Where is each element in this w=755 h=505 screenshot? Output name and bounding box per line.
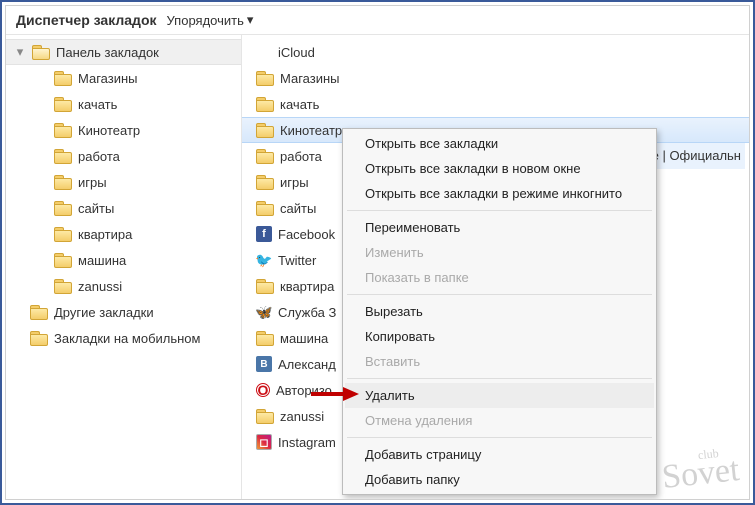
folder-icon bbox=[256, 409, 274, 423]
apple-icon bbox=[256, 44, 272, 60]
tree-mobile-bookmarks[interactable]: Закладки на мобильном bbox=[6, 325, 241, 351]
folder-icon bbox=[54, 71, 72, 85]
separator bbox=[347, 210, 652, 211]
list-label: Александ bbox=[278, 357, 336, 372]
tree-item[interactable]: игры bbox=[6, 169, 241, 195]
folder-icon bbox=[30, 331, 48, 345]
folder-icon bbox=[54, 279, 72, 293]
ctx-show-in-folder: Показать в папке bbox=[345, 265, 654, 290]
tree-item[interactable]: машина bbox=[6, 247, 241, 273]
list-item[interactable]: iCloud bbox=[242, 39, 749, 65]
tree-item[interactable]: работа bbox=[6, 143, 241, 169]
twitter-icon: 🐦 bbox=[256, 252, 272, 268]
folder-icon bbox=[54, 175, 72, 189]
tree-item[interactable]: Магазины bbox=[6, 65, 241, 91]
folder-icon bbox=[256, 149, 274, 163]
list-label: машина bbox=[280, 331, 328, 346]
folder-icon bbox=[256, 123, 274, 137]
chevron-down-icon: ▾ bbox=[247, 12, 254, 28]
tree-item[interactable]: квартира bbox=[6, 221, 241, 247]
list-item[interactable]: Магазины bbox=[242, 65, 749, 91]
arrow-right-icon bbox=[309, 385, 359, 403]
tree-label: Магазины bbox=[78, 71, 138, 86]
separator bbox=[347, 437, 652, 438]
ctx-open-all-new-window[interactable]: Открыть все закладки в новом окне bbox=[345, 156, 654, 181]
list-label: Instagram bbox=[278, 435, 336, 450]
sort-menu-label: Упорядочить bbox=[167, 13, 244, 28]
folder-icon bbox=[54, 149, 72, 163]
ctx-copy[interactable]: Копировать bbox=[345, 324, 654, 349]
folder-icon bbox=[256, 71, 274, 85]
list-label: Кинотеатр bbox=[280, 123, 342, 138]
folder-icon bbox=[54, 227, 72, 241]
folder-icon bbox=[54, 253, 72, 267]
instagram-icon: ◻ bbox=[256, 434, 272, 450]
list-label: Служба З bbox=[278, 305, 336, 320]
triangle-down-icon: ▾ bbox=[14, 46, 26, 58]
list-label: Магазины bbox=[280, 71, 340, 86]
ctx-cut[interactable]: Вырезать bbox=[345, 299, 654, 324]
butterfly-icon: 🦋 bbox=[256, 304, 272, 320]
bookmark-manager-title: Диспетчер закладок bbox=[16, 12, 157, 28]
folder-icon bbox=[54, 201, 72, 215]
ctx-open-all-incognito[interactable]: Открыть все закладки в режиме инкогнито bbox=[345, 181, 654, 206]
list-label: квартира bbox=[280, 279, 334, 294]
list-item[interactable]: качать bbox=[242, 91, 749, 117]
ctx-undo-delete: Отмена удаления bbox=[345, 408, 654, 433]
tree-label: сайты bbox=[78, 201, 114, 216]
opera-icon: O bbox=[256, 383, 270, 397]
list-label: zanussi bbox=[280, 409, 324, 424]
sort-menu[interactable]: Упорядочить ▾ bbox=[167, 12, 254, 28]
folder-icon bbox=[54, 123, 72, 137]
tree-label: машина bbox=[78, 253, 126, 268]
menubar: Диспетчер закладок Упорядочить ▾ bbox=[6, 6, 749, 35]
tree-label: zanussi bbox=[78, 279, 122, 294]
folder-icon bbox=[256, 175, 274, 189]
tree-item[interactable]: качать bbox=[6, 91, 241, 117]
context-menu: Открыть все закладки Открыть все закладк… bbox=[342, 128, 657, 495]
tree-label: работа bbox=[78, 149, 120, 164]
folder-icon bbox=[256, 97, 274, 111]
ctx-add-folder[interactable]: Добавить папку bbox=[345, 467, 654, 492]
tree-item[interactable]: сайты bbox=[6, 195, 241, 221]
folder-icon bbox=[30, 305, 48, 319]
list-label: Twitter bbox=[278, 253, 316, 268]
list-label: качать bbox=[280, 97, 319, 112]
tree-item[interactable]: Кинотеатр bbox=[6, 117, 241, 143]
annotation-arrow bbox=[309, 385, 359, 403]
ctx-rename[interactable]: Переименовать bbox=[345, 215, 654, 240]
tree-item[interactable]: zanussi bbox=[6, 273, 241, 299]
ctx-open-all[interactable]: Открыть все закладки bbox=[345, 131, 654, 156]
selected-row-url-fragment: ге | Официальн bbox=[643, 143, 745, 169]
folder-open-icon bbox=[32, 45, 50, 59]
separator bbox=[347, 378, 652, 379]
separator bbox=[347, 294, 652, 295]
tree-label: игры bbox=[78, 175, 107, 190]
ctx-edit: Изменить bbox=[345, 240, 654, 265]
list-label: игры bbox=[280, 175, 309, 190]
list-label: сайты bbox=[280, 201, 316, 216]
tree-other-bookmarks[interactable]: Другие закладки bbox=[6, 299, 241, 325]
ctx-delete[interactable]: Удалить bbox=[345, 383, 654, 408]
tree-label: качать bbox=[78, 97, 117, 112]
tree-label: Панель закладок bbox=[56, 45, 159, 60]
folder-icon bbox=[54, 97, 72, 111]
tree-label: Кинотеатр bbox=[78, 123, 140, 138]
folder-icon bbox=[256, 201, 274, 215]
facebook-icon: f bbox=[256, 226, 272, 242]
folder-icon bbox=[256, 331, 274, 345]
tree-label: Другие закладки bbox=[54, 305, 154, 320]
list-label: Facebook bbox=[278, 227, 335, 242]
list-label: работа bbox=[280, 149, 322, 164]
vk-icon: B bbox=[256, 356, 272, 372]
folder-icon bbox=[256, 279, 274, 293]
ctx-paste: Вставить bbox=[345, 349, 654, 374]
tree-label: Закладки на мобильном bbox=[54, 331, 200, 346]
folder-tree: ▾ Панель закладок Магазины качать Киноте… bbox=[6, 35, 242, 499]
tree-root-bookmarks-bar[interactable]: ▾ Панель закладок bbox=[6, 39, 241, 65]
ctx-add-page[interactable]: Добавить страницу bbox=[345, 442, 654, 467]
list-label: iCloud bbox=[278, 45, 315, 60]
tree-label: квартира bbox=[78, 227, 132, 242]
